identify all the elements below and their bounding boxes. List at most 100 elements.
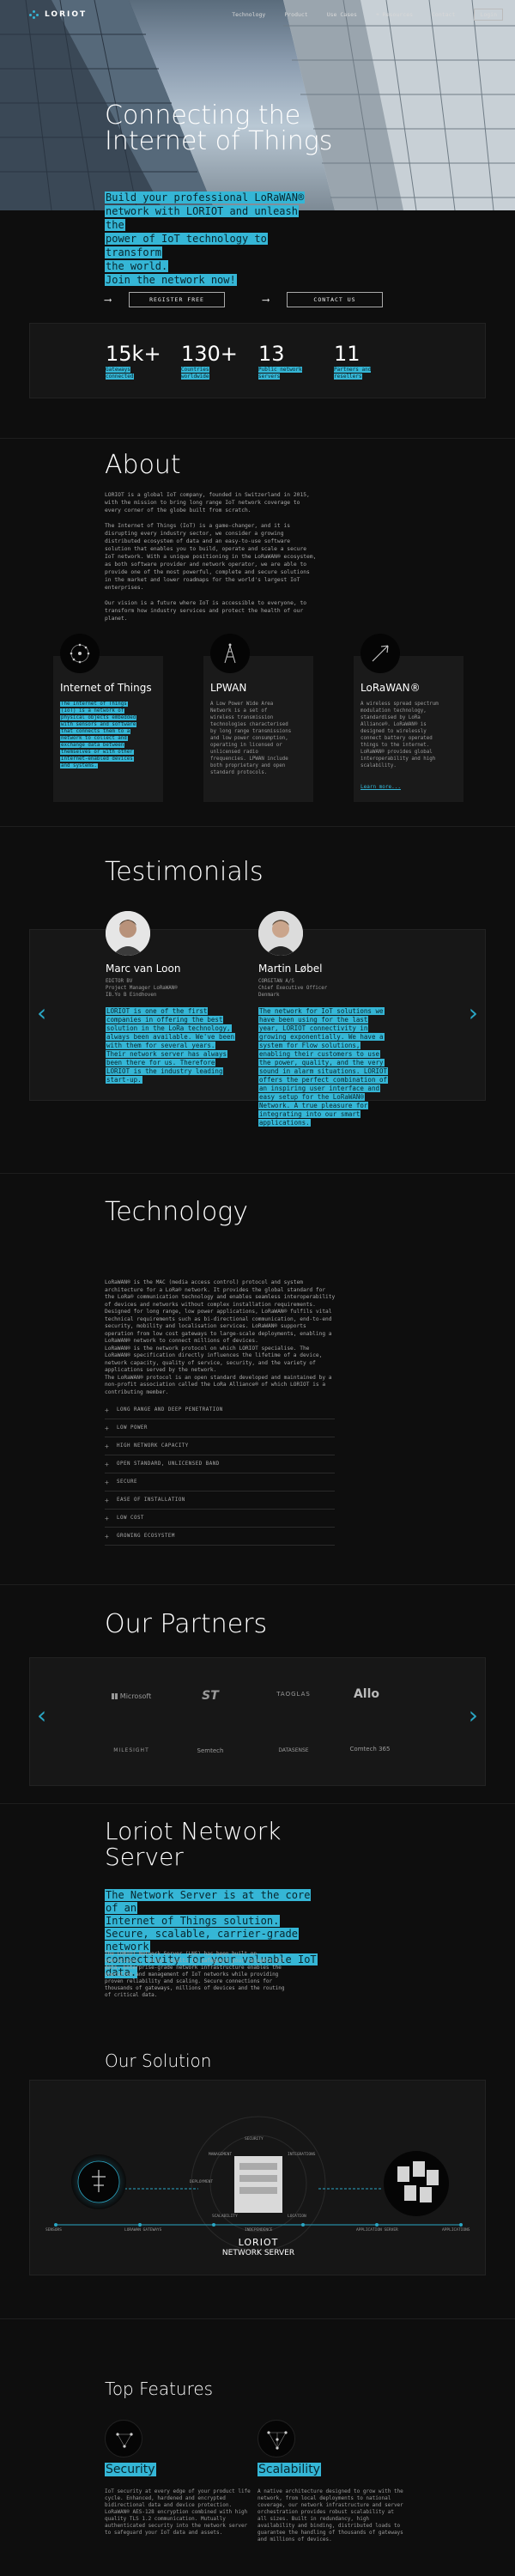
section-divider [0, 1803, 515, 1804]
testimonial-company: CORGITAN A/S [258, 979, 294, 984]
accordion-item[interactable]: + GROWING ECOSYSTEM [105, 1528, 335, 1546]
accordion-item[interactable]: + LOW POWER [105, 1419, 335, 1437]
partners-carousel: ‹ › Microsoft ST TAOGLAS Allo MILESIGHT … [29, 1657, 486, 1786]
accordion-item[interactable]: + EASE OF INSTALLATION [105, 1492, 335, 1510]
partner-logo-datasense: DATASENSE [278, 1747, 309, 1753]
stat-partners: 11 Partners and resellers [334, 343, 385, 380]
stat-number: 13 [258, 342, 285, 366]
accordion-label: HIGH NETWORK CAPACITY [117, 1443, 189, 1449]
diagram-label: APPLICATIONS [442, 2228, 470, 2233]
testimonial-quote-text: The network for IoT solutions we have be… [258, 1007, 389, 1127]
chevron-right-icon[interactable]: › [469, 999, 478, 1027]
brand-logo[interactable]: LORIOT [29, 10, 87, 19]
chevron-right-icon[interactable]: › [469, 1701, 478, 1729]
about-text: LORIOT is a global IoT company, founded … [105, 491, 319, 630]
accordion-label: OPEN STANDARD, UNLICENSED BAND [117, 1461, 220, 1467]
accordion-item[interactable]: + LOW COST [105, 1510, 335, 1528]
network-server-subtitle-line: Internet of Things solution. [105, 1915, 281, 1927]
partner-name: Microsoft [119, 1692, 152, 1700]
diagram-label: SENSORS [45, 2228, 62, 2233]
chevron-left-icon[interactable]: ‹ [37, 999, 46, 1027]
testimonials-heading: Testimonials [105, 857, 264, 887]
stats-panel: 15k+ Gateways connected 130+ Countries w… [29, 323, 486, 398]
technology-heading: Technology [105, 1197, 249, 1227]
learn-more-link[interactable]: Learn more... [360, 784, 401, 790]
accordion-item[interactable]: + OPEN STANDARD, UNLICENSED BAND [105, 1455, 335, 1473]
nav-link-product[interactable]: Product [284, 11, 307, 18]
plus-icon: + [105, 1514, 110, 1522]
card-body: A Low Power Wide Area Network is a set o… [210, 702, 292, 775]
plus-icon: + [105, 1496, 110, 1504]
stat-number: 15k+ [106, 342, 161, 366]
plus-icon: + [105, 1406, 110, 1414]
stat-label: Gateways connected [106, 367, 134, 380]
testimonial-role: CORGITAN A/S Chief Executive Officer Den… [258, 978, 327, 999]
feature-title-text: Scalability [258, 2463, 321, 2476]
antenna-tower-icon [210, 634, 250, 673]
network-server-title: Loriot Network Server [105, 1817, 282, 1871]
card-title: LPWAN [210, 682, 247, 694]
security-network-icon [105, 2420, 142, 2458]
section-divider [0, 1584, 515, 1585]
nav-link-use-cases[interactable]: Use Cases [327, 11, 357, 18]
brand-name: LORIOT [45, 10, 88, 19]
top-nav: LORIOT Technology Product Use Cases + Re… [0, 0, 515, 29]
about-paragraph: LORIOT is a global IoT company, founded … [105, 492, 310, 513]
register-button[interactable]: REGISTER FREE [129, 292, 225, 307]
partner-logo-microsoft: Microsoft [106, 1692, 157, 1700]
testimonial-name: Marc van Loon [106, 963, 181, 975]
testimonial-company: EDITOR BV [106, 979, 133, 984]
logo-dots-icon [29, 10, 41, 19]
nav-link-technology[interactable]: Technology [232, 11, 265, 18]
solution-diagram: SECURITY MANAGEMENT INTEGRATIONS SCALABI… [29, 2080, 486, 2275]
nav-link-resources[interactable]: + Resources [376, 11, 413, 18]
arrow-right-icon: ⟶ [105, 294, 112, 306]
diagram-center-subtitle: NETWORK SERVER [221, 2249, 295, 2257]
about-paragraph: The Internet of Things (IoT) is a game-c… [105, 523, 317, 591]
partner-logo-comtech: Comtech 365 [349, 1746, 391, 1753]
diagram-label: LOCATION [288, 2215, 306, 2219]
stat-label: Partners and resellers [334, 367, 372, 380]
section-divider [0, 1173, 515, 1174]
feature-title: Scalability [258, 2463, 321, 2476]
partner-logo-allo: Allo [353, 1687, 380, 1701]
chevron-left-icon[interactable]: ‹ [37, 1701, 46, 1729]
technology-paragraph: Designed for long range, low power appli… [105, 1309, 332, 1344]
accordion-label: LOW COST [117, 1516, 144, 1521]
diagram-label: SECURITY [245, 2137, 264, 2142]
card-lpwan: LPWAN A Low Power Wide Area Network is a… [203, 634, 313, 802]
diagram-label: INTEGRATIONS [288, 2153, 316, 2157]
partner-logo-taoglas: TAOGLAS [276, 1691, 311, 1698]
testimonial-role: EDITOR BV Project Manager LoRaWAN® IB.Yo… [106, 978, 178, 999]
network-server-subtitle-line: The Network Server is at the core of an [105, 1889, 312, 1914]
hero-subtitle-line: power of IoT technology to transform [105, 233, 268, 258]
accordion-label: SECURE [117, 1479, 137, 1485]
plus-icon: + [105, 1442, 110, 1450]
stat-label: Countries worldwide [181, 367, 209, 380]
card-body-text: The Internet of Things (IoT) is a networ… [60, 702, 137, 769]
plus-icon: + [105, 1424, 110, 1432]
accordion-label: LONG RANGE AND DEEP PENETRATION [117, 1407, 223, 1413]
technology-paragraph: LoRaWAN® is the network protocol on whic… [105, 1345, 323, 1374]
technology-paragraph: The LoRaWAN® protocol is an open standar… [105, 1374, 332, 1395]
accordion-item[interactable]: + SECURE [105, 1473, 335, 1492]
stat-servers: 13 Public network servers [258, 343, 310, 380]
contact-button[interactable]: CONTACT US [287, 292, 383, 307]
accordion-item[interactable]: + HIGH NETWORK CAPACITY [105, 1437, 335, 1455]
feature-title: Security [105, 2463, 156, 2476]
login-button[interactable]: Login [474, 9, 503, 21]
card-title: LoRaWAN® [360, 682, 421, 694]
solution-heading: Our Solution [105, 2050, 212, 2071]
about-paragraph: Our vision is a future where IoT is acce… [105, 600, 307, 622]
stat-label: Public network servers [258, 367, 302, 380]
feature-body: A native architecture designed to grow w… [258, 2488, 403, 2543]
hero-subtitle-line: Build your professional LoRaWAN® [105, 191, 306, 204]
feature-title-text: Security [105, 2463, 156, 2476]
accordion-item[interactable]: + LONG RANGE AND DEEP PENETRATION [105, 1401, 335, 1419]
stat-number: 130+ [181, 342, 238, 366]
testimonial-position: Project Manager LoRaWAN® [106, 986, 178, 991]
scalability-network-icon [258, 2420, 295, 2458]
partner-logo-milesight: MILESIGHT [113, 1747, 149, 1753]
section-divider [0, 2318, 515, 2319]
nav-link-contact[interactable]: Contact [432, 11, 455, 18]
